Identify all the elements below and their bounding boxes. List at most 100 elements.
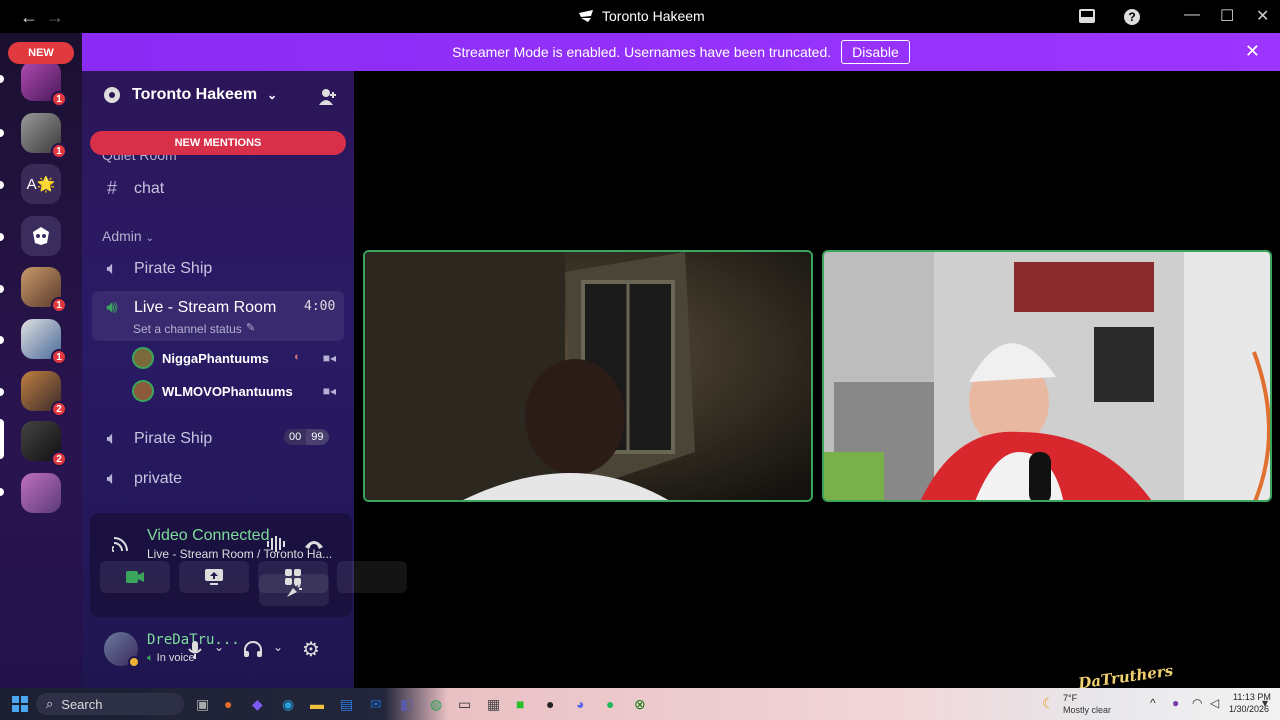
channel-chat[interactable]: # chat	[102, 178, 164, 199]
file-explorer-icon[interactable]: ▬	[310, 696, 324, 712]
help-icon[interactable]: ?	[1123, 8, 1141, 26]
gear-badge-icon	[104, 87, 120, 103]
soundboard-button[interactable]	[259, 574, 329, 606]
speaker-icon: 🔈︎	[106, 428, 118, 448]
task-view-icon[interactable]: ▣	[196, 696, 209, 713]
camera-icon: ■◂	[322, 351, 336, 365]
unread-pill	[0, 488, 4, 496]
channel-status[interactable]: Set a channel status	[133, 322, 242, 336]
user-limit-badge: 00 99	[284, 429, 329, 445]
disconnect-icon[interactable]	[303, 537, 325, 551]
video-tile[interactable]	[363, 250, 813, 502]
streamer-mode-banner: Streamer Mode is enabled. Usernames have…	[82, 33, 1280, 71]
chevron-down-icon[interactable]: ⌄	[214, 640, 224, 654]
wifi-icon[interactable]: ◠	[1192, 696, 1202, 710]
server-icon[interactable]: 1	[21, 61, 67, 107]
channel-label: Live - Stream Room	[134, 298, 277, 316]
category-label: Admin	[102, 228, 142, 244]
screenshare-button[interactable]	[179, 561, 249, 593]
spotify-icon[interactable]: ●	[606, 696, 614, 712]
new-mentions-banner[interactable]: NEW MENTIONS	[90, 131, 346, 155]
xbox-icon[interactable]: ⊗	[634, 696, 646, 713]
gear-icon[interactable]: ⚙︎	[302, 637, 320, 662]
server-badge: 1	[51, 349, 67, 365]
app-icon[interactable]: ▭	[458, 696, 471, 713]
category-admin[interactable]: Admin ⌄	[102, 228, 154, 244]
discord-icon[interactable]: ◕	[576, 696, 584, 712]
video-feed	[824, 252, 1270, 500]
app-icon[interactable]: ▦	[487, 696, 500, 713]
camera-button[interactable]	[100, 561, 170, 593]
live-timer: 4:00	[304, 299, 336, 314]
windows-start-icon[interactable]	[12, 696, 28, 712]
close-window-button[interactable]: ✕	[1256, 6, 1269, 26]
tray-chevron-icon[interactable]: ^	[1150, 696, 1156, 710]
server-icon[interactable]: 1	[21, 113, 67, 159]
signal-icon[interactable]	[112, 535, 130, 553]
server-badge: 2	[51, 401, 67, 417]
channel-label: chat	[134, 179, 165, 197]
user-panel: DreDaTru... 🔈︎ In voice ⌄ ⌄ ⚙︎	[90, 620, 352, 682]
weather-temp[interactable]: 7°F	[1063, 693, 1077, 703]
soundboard-button[interactable]	[337, 561, 407, 593]
store-icon[interactable]: ▤	[340, 696, 353, 713]
notification-icon[interactable]: ▾	[1262, 696, 1268, 710]
unread-pill	[0, 75, 4, 83]
channel-label: private	[134, 469, 183, 487]
channel-private[interactable]: 🔈︎ private	[102, 468, 182, 489]
maximize-button[interactable]: ☐	[1220, 6, 1234, 26]
minimize-button[interactable]: —	[1184, 6, 1200, 24]
volume-icon[interactable]: ◁	[1210, 696, 1219, 710]
disable-button[interactable]: Disable	[841, 40, 910, 64]
user-limit: 99	[306, 429, 329, 445]
search-box[interactable]: ⌕ Search	[36, 693, 184, 715]
weather-desc[interactable]: Mostly clear	[1063, 705, 1111, 715]
locked-speaker-icon: 🔈︎	[106, 468, 118, 488]
server-icon[interactable]: 2	[21, 371, 67, 417]
unread-pill	[0, 388, 4, 396]
firefox-icon[interactable]: ●	[224, 696, 232, 712]
pencil-icon[interactable]: ✎	[246, 321, 255, 334]
app-icon[interactable]: ◍	[430, 696, 442, 713]
chevron-down-icon: ⌄	[145, 233, 154, 244]
server-name: Toronto Hakeem	[132, 86, 258, 103]
username: NiggaPhantuums	[162, 350, 269, 366]
app-icon[interactable]: ■	[516, 696, 524, 712]
forward-icon[interactable]: →	[46, 7, 64, 28]
headphones-icon[interactable]	[243, 640, 263, 658]
window-title-text: Toronto Hakeem	[602, 8, 705, 24]
title-bar: ← → Toronto Hakeem ? — ☐ ✕	[0, 0, 1280, 33]
new-badge[interactable]: NEW	[8, 42, 74, 64]
back-icon[interactable]: ←	[20, 7, 38, 28]
server-icon[interactable]	[21, 216, 61, 256]
channel-pirate-ship[interactable]: 🔈︎ Pirate Ship	[102, 258, 213, 279]
tray-app-icon[interactable]: ●	[1172, 696, 1179, 710]
chevron-down-icon[interactable]: ⌄	[273, 640, 283, 654]
copilot-icon[interactable]: ◆	[252, 696, 263, 713]
inbox-icon[interactable]	[1078, 8, 1096, 24]
voice-status: Video Connected	[147, 527, 270, 544]
edge-icon[interactable]: ◉	[282, 696, 294, 713]
camera-icon: ■◂	[322, 384, 336, 398]
close-icon[interactable]: ✕	[1245, 41, 1260, 62]
channel-pirate-ship-2[interactable]: 🔈︎ Pirate Ship	[102, 428, 213, 449]
server-header[interactable]: Toronto Hakeem ⌄	[102, 85, 277, 105]
teams-icon[interactable]: ◧	[400, 696, 413, 713]
server-icon[interactable]: 2	[21, 421, 67, 467]
microphone-icon[interactable]	[188, 640, 202, 660]
obs-icon[interactable]: ●	[546, 696, 554, 712]
video-tile[interactable]	[822, 250, 1272, 502]
noise-suppression-icon[interactable]	[266, 535, 288, 553]
hash-icon: #	[106, 178, 117, 198]
voice-user[interactable]: NiggaPhantuums	[132, 347, 269, 369]
server-rail: 1 1 A🌟 1 1 2 2	[0, 33, 82, 688]
server-icon[interactable]: 1	[21, 319, 67, 365]
video-feed	[365, 252, 811, 500]
selected-pill	[0, 419, 4, 459]
voice-user[interactable]: WLMOVOPhantuums	[132, 380, 293, 402]
server-icon[interactable]	[21, 473, 61, 513]
server-icon[interactable]: A🌟	[21, 164, 61, 204]
outlook-icon[interactable]: ✉︎	[370, 696, 382, 713]
invite-member-icon[interactable]	[318, 87, 338, 107]
server-icon[interactable]: 1	[21, 267, 67, 313]
